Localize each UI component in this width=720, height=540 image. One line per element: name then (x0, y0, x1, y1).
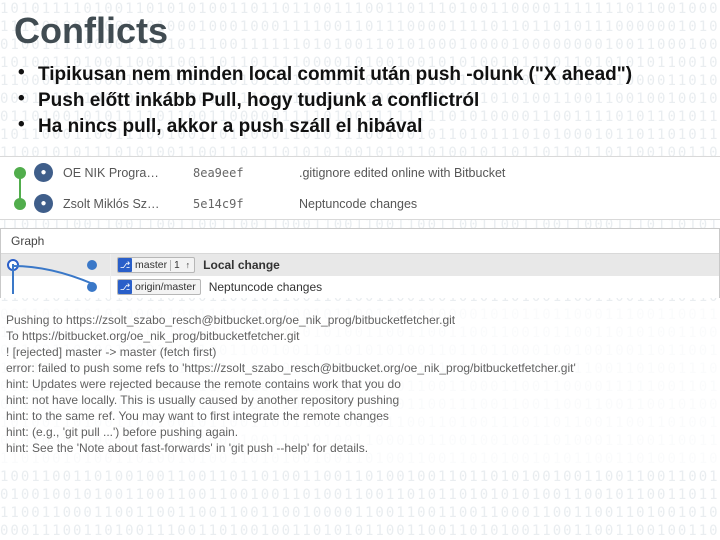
branch-badge[interactable]: ⎇ master 1 ↑ (117, 257, 195, 273)
graph-commit-message: Neptuncode changes (201, 280, 322, 294)
commit-dot-icon (87, 282, 97, 292)
arrow-up-icon: ↑ (186, 260, 191, 270)
graph-row[interactable]: ⎇ origin/master Neptuncode changes (1, 276, 719, 298)
bullet-item: Ha nincs pull, akkor a push száll el hib… (14, 114, 706, 140)
graph-panel: Graph ⎇ master 1 ↑ Local change (0, 228, 720, 298)
branch-icon: ⎇ (118, 258, 132, 272)
git-output: Pushing to https://zsolt_szabo_resch@bit… (0, 308, 720, 466)
git-output-line: hint: to the same ref. You may want to f… (6, 408, 714, 424)
branch-icon: ⎇ (118, 280, 132, 294)
bullet-item: Tipikusan nem minden local commit után p… (14, 62, 706, 88)
avatar: ● (34, 194, 53, 213)
commit-hash: 5e14c9f (193, 197, 299, 211)
commit-dot-icon (14, 198, 26, 210)
commit-row[interactable]: ● OE NIK Progra… 8ea9eef .gitignore edit… (0, 157, 720, 188)
avatar: ● (34, 163, 53, 182)
branch-label: origin/master (135, 281, 196, 293)
ahead-count: 1 (170, 260, 183, 271)
graph-commit-message: Local change (195, 258, 280, 272)
slide-title: Conflicts (0, 0, 720, 58)
git-output-line: To https://bitbucket.org/oe_nik_prog/bit… (6, 328, 714, 344)
commit-graph-column (0, 157, 34, 188)
graph-lane (1, 276, 111, 298)
graph-lane (1, 254, 111, 276)
commit-dot-icon (14, 167, 26, 179)
commit-graph-column (0, 188, 34, 219)
graph-row[interactable]: ⎇ master 1 ↑ Local change (1, 254, 719, 276)
commit-author: Zsolt Miklós Sz… (63, 197, 193, 211)
git-output-line: hint: not have locally. This is usually … (6, 392, 714, 408)
commit-dot-icon (87, 260, 97, 270)
graph-panel-header[interactable]: Graph (1, 229, 719, 254)
commit-hash: 8ea9eef (193, 166, 299, 180)
commit-message: .gitignore edited online with Bitbucket (299, 166, 720, 180)
git-output-line: hint: Updates were rejected because the … (6, 376, 714, 392)
git-output-line: error: failed to push some refs to 'http… (6, 360, 714, 376)
bullet-item: Push előtt inkább Pull, hogy tudjunk a c… (14, 88, 706, 114)
commit-message: Neptuncode changes (299, 197, 720, 211)
commit-row[interactable]: ● Zsolt Miklós Sz… 5e14c9f Neptuncode ch… (0, 188, 720, 219)
branch-label: master (135, 259, 167, 271)
branch-badge[interactable]: ⎇ origin/master (117, 279, 201, 295)
git-output-line: Pushing to https://zsolt_szabo_resch@bit… (6, 312, 714, 328)
bullet-list: Tipikusan nem minden local commit után p… (0, 58, 720, 150)
commit-list: ● OE NIK Progra… 8ea9eef .gitignore edit… (0, 156, 720, 220)
commit-author: OE NIK Progra… (63, 166, 193, 180)
git-output-line: hint: See the 'Note about fast-forwards'… (6, 440, 714, 456)
git-output-line: ! [rejected] master -> master (fetch fir… (6, 344, 714, 360)
git-output-line: hint: (e.g., 'git pull ...') before push… (6, 424, 714, 440)
